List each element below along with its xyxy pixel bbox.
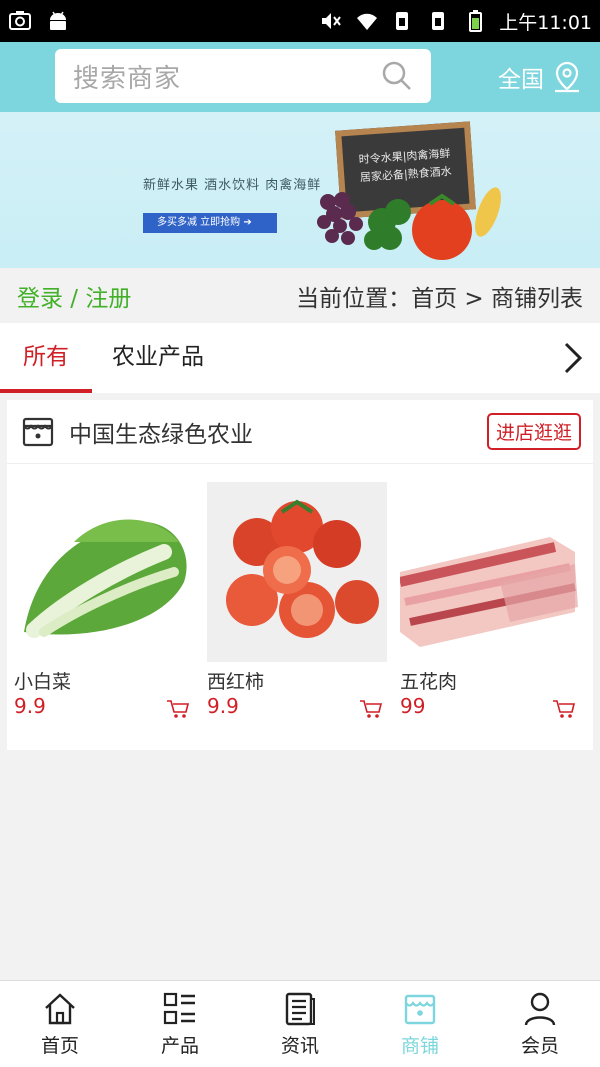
header: 搜索商家 全国: [0, 42, 600, 112]
tab-all[interactable]: 所有: [0, 323, 92, 393]
nav-home[interactable]: 首页: [0, 981, 120, 1067]
promo-banner[interactable]: 新鲜水果 酒水饮料 肉禽海鲜 多买多减 立即抢购 ➔ 时令水果|肉禽海鲜 居家必备…: [0, 112, 600, 268]
bottom-nav: 首页 产品 资讯 商铺 会员: [0, 980, 600, 1067]
produce-illustration: [317, 187, 501, 260]
product-price: 99: [400, 694, 426, 718]
region-selector[interactable]: 全国: [498, 60, 582, 94]
nav-member-label: 会员: [520, 1035, 559, 1057]
location-icon: [555, 61, 579, 93]
chevron-right-icon[interactable]: [558, 340, 588, 376]
banner-shop-button[interactable]: 多买多减 立即抢购 ➔: [143, 213, 277, 233]
news-icon: [285, 992, 315, 1026]
product-image-cabbage[interactable]: [14, 482, 194, 662]
product-item[interactable]: 小白菜 9.9: [7, 482, 200, 732]
product-list: 小白菜 9.9 西红柿 9.9 五花肉 99: [7, 482, 593, 732]
login-register-link[interactable]: 登录 / 注册: [17, 279, 131, 313]
enter-store-button[interactable]: 进店逛逛: [486, 413, 581, 450]
store-icon: [404, 994, 436, 1025]
cart-icon[interactable]: [166, 698, 190, 720]
search-input[interactable]: 搜索商家: [73, 58, 381, 95]
search-icon[interactable]: [381, 60, 413, 92]
board-line-1: 时令水果|肉禽海鲜: [358, 146, 451, 167]
banner-tagline: 新鲜水果 酒水饮料 肉禽海鲜: [143, 178, 322, 193]
sim-icon: [396, 12, 409, 30]
product-image-pork[interactable]: [400, 482, 580, 662]
product-name: 西红柿: [207, 671, 265, 693]
nav-news[interactable]: 资讯: [240, 981, 360, 1067]
nav-stores[interactable]: 商铺: [360, 981, 480, 1067]
cart-icon[interactable]: [359, 698, 383, 720]
nav-news-label: 资讯: [280, 1035, 319, 1057]
region-label: 全国: [498, 67, 544, 93]
user-icon: [524, 992, 556, 1026]
category-tabs: 所有 农业产品: [0, 323, 600, 393]
store-card: 中国生态绿色农业 进店逛逛 小白菜 9.9 西红柿 9.9 五花肉 99: [7, 400, 593, 750]
product-price: 9.9: [207, 694, 239, 718]
product-name: 五花肉: [400, 671, 458, 693]
screenshot-icon: [9, 11, 31, 30]
search-bar[interactable]: 搜索商家: [55, 49, 431, 103]
mute-icon: [322, 13, 342, 29]
product-name: 小白菜: [14, 671, 72, 693]
store-header: 中国生态绿色农业 进店逛逛: [7, 400, 593, 464]
grid-list-icon: [163, 992, 195, 1025]
nav-products-label: 产品: [160, 1035, 199, 1057]
product-price: 9.9: [14, 694, 46, 718]
nav-member[interactable]: 会员: [480, 981, 600, 1067]
wifi-icon: [357, 13, 378, 30]
cart-icon[interactable]: [552, 698, 576, 720]
tab-agriculture[interactable]: 农业产品: [112, 323, 204, 393]
status-bar: 上午11:01: [0, 0, 600, 42]
product-item[interactable]: 五花肉 99: [393, 482, 586, 732]
location-row: 登录 / 注册 当前位置：首页 > 商铺列表: [0, 268, 600, 323]
home-icon: [45, 993, 75, 1025]
breadcrumb: 当前位置：首页 > 商铺列表: [296, 285, 583, 312]
android-icon: [50, 11, 66, 30]
store-name[interactable]: 中国生态绿色农业: [69, 415, 253, 449]
nav-products[interactable]: 产品: [120, 981, 240, 1067]
battery-icon: [469, 10, 483, 32]
product-item[interactable]: 西红柿 9.9: [200, 482, 393, 732]
status-time: 上午11:01: [499, 11, 592, 34]
store-icon: [22, 417, 54, 446]
nav-home-label: 首页: [40, 1035, 79, 1057]
product-image-tomato[interactable]: [207, 482, 387, 662]
nav-stores-label: 商铺: [400, 1035, 439, 1057]
sim2-icon: [432, 12, 445, 30]
